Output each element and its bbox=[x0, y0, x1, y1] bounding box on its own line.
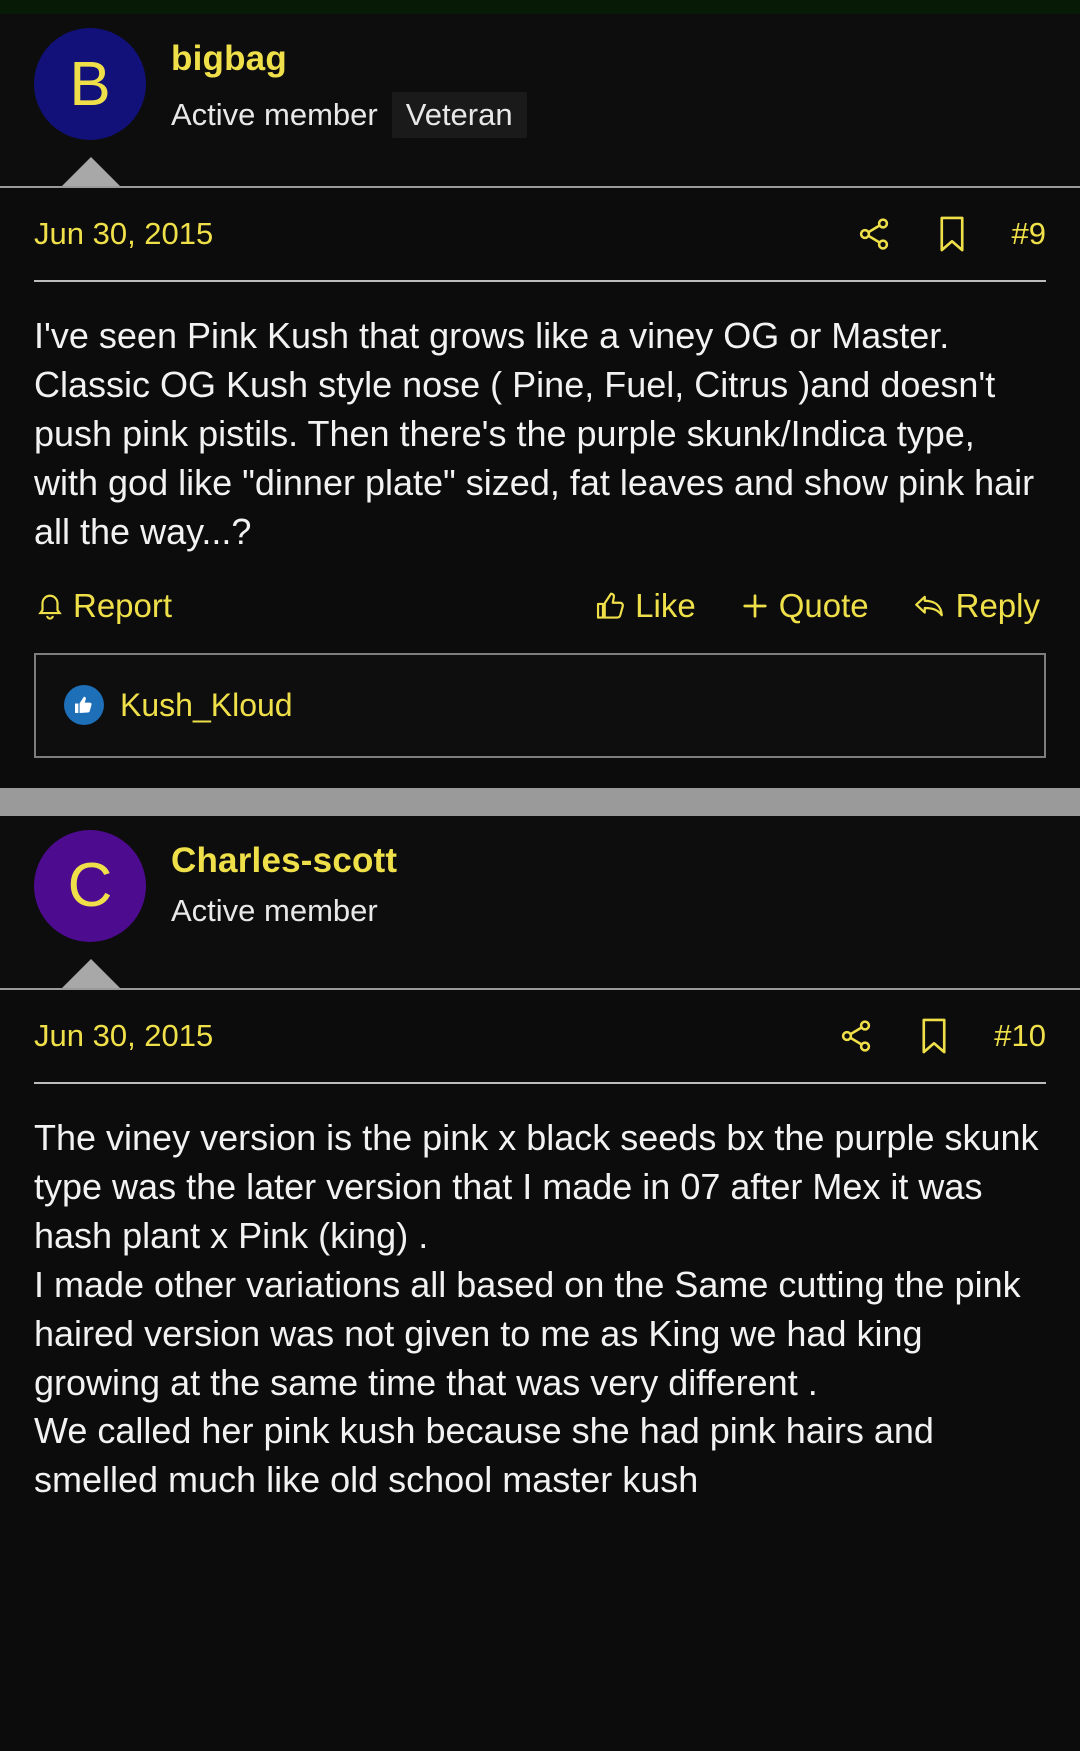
caret-up-icon bbox=[62, 958, 120, 988]
post-9: B bigbag Active member Veteran Jun 30, 2… bbox=[0, 14, 1080, 816]
post-date[interactable]: Jun 30, 2015 bbox=[34, 1018, 213, 1054]
user-title: Active member bbox=[171, 96, 378, 132]
thumbs-up-icon bbox=[64, 685, 104, 726]
status-bar-strip bbox=[0, 0, 1080, 14]
quote-label: Quote bbox=[778, 586, 869, 624]
liker-name[interactable]: Kush_Kloud bbox=[120, 687, 293, 724]
user-badge: Veteran bbox=[391, 91, 527, 138]
reply-label: Reply bbox=[955, 586, 1040, 624]
post-number[interactable]: #9 bbox=[1012, 216, 1046, 252]
header-caret-divider bbox=[0, 958, 1080, 990]
username-link[interactable]: bigbag bbox=[171, 39, 527, 79]
forum-thread-page: B bigbag Active member Veteran Jun 30, 2… bbox=[0, 0, 1080, 1751]
avatar[interactable]: C bbox=[34, 829, 146, 942]
post-body: The viney version is the pink x black se… bbox=[34, 1116, 1039, 1501]
report-label: Report bbox=[73, 586, 173, 624]
likes-section: Kush_Kloud bbox=[0, 625, 1080, 758]
post-body: I've seen Pink Kush that grows like a vi… bbox=[34, 315, 1045, 552]
post-number[interactable]: #10 bbox=[994, 1018, 1046, 1054]
post-header: C Charles-scott Active member bbox=[0, 815, 1080, 990]
quote-button[interactable]: Quote bbox=[740, 587, 869, 625]
divider bbox=[0, 987, 1080, 990]
reply-button[interactable]: Reply bbox=[913, 587, 1040, 625]
username-link[interactable]: Charles-scott bbox=[171, 841, 397, 881]
post-tools-row: Jun 30, 2015 #10 bbox=[0, 990, 1080, 1082]
post-tools-row: Jun 30, 2015 #9 bbox=[0, 188, 1080, 280]
caret-up-icon bbox=[62, 157, 120, 186]
bookmark-icon[interactable] bbox=[936, 215, 968, 253]
avatar[interactable]: B bbox=[34, 28, 146, 140]
post-date[interactable]: Jun 30, 2015 bbox=[34, 216, 213, 252]
user-meta-row: Active member bbox=[171, 893, 397, 929]
post-separator bbox=[0, 787, 1080, 816]
post-10: C Charles-scott Active member Jun 30, 20… bbox=[0, 815, 1080, 1514]
like-label: Like bbox=[635, 586, 696, 624]
divider bbox=[0, 186, 1080, 188]
header-caret-divider bbox=[0, 157, 1080, 188]
report-button[interactable]: Report bbox=[36, 587, 172, 625]
like-button[interactable]: Like bbox=[596, 587, 696, 625]
post-header: B bigbag Active member Veteran bbox=[0, 14, 1080, 188]
bookmark-icon[interactable] bbox=[918, 1017, 950, 1055]
share-icon[interactable] bbox=[856, 216, 892, 252]
likes-box[interactable]: Kush_Kloud bbox=[34, 652, 1046, 758]
post-actions-row: Report Like Quote Reply bbox=[0, 565, 1080, 625]
share-icon[interactable] bbox=[838, 1018, 874, 1054]
user-title: Active member bbox=[171, 893, 378, 929]
user-meta-row: Active member Veteran bbox=[171, 91, 527, 138]
